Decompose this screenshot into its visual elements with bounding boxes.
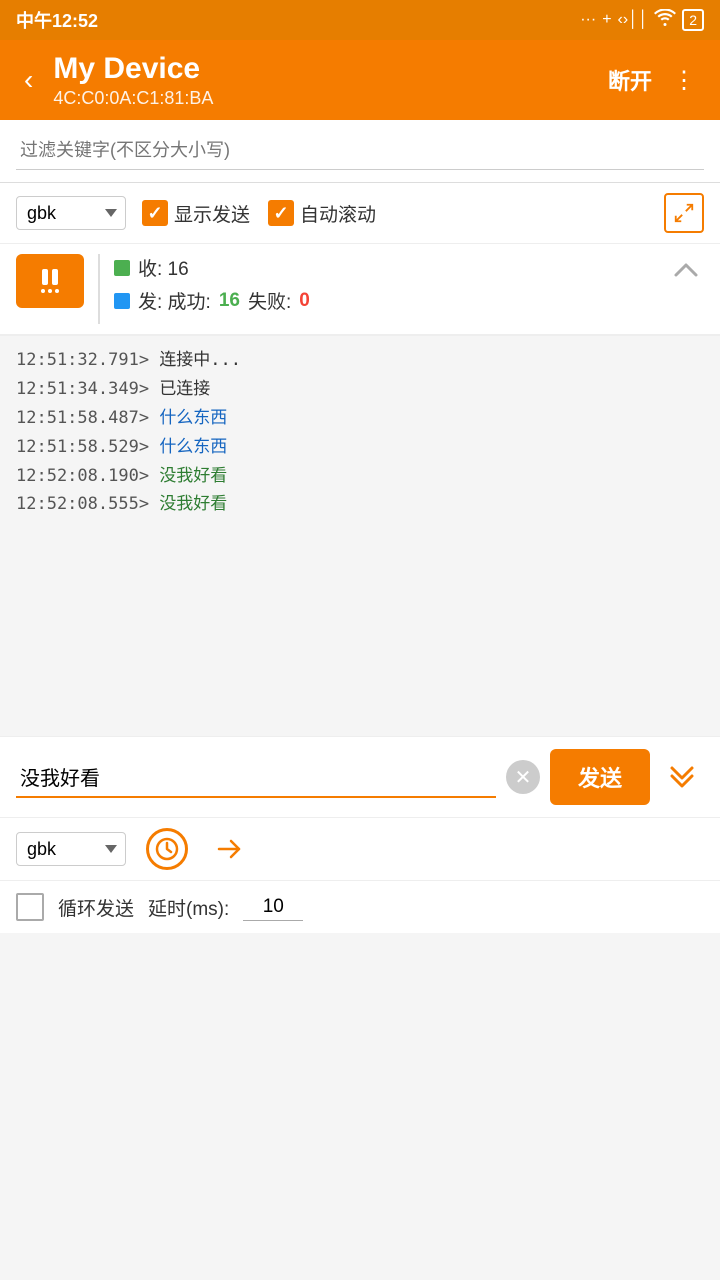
auto-scroll-checkbox[interactable] xyxy=(268,200,294,226)
device-title: My Device xyxy=(53,52,596,86)
collapse-button[interactable] xyxy=(668,254,704,290)
signal-bars-icon: ‹›││ xyxy=(618,11,649,29)
stats-info: 收: 16 发: 成功: 16 失败: 0 xyxy=(114,254,654,320)
status-time: 中午12:52 xyxy=(16,7,98,33)
log-area: 12:51:32.791> 连接中... 12:51:34.349> 已连接 1… xyxy=(0,336,720,736)
auto-scroll-label: 自动滚动 xyxy=(300,200,376,227)
title-area: My Device 4C:C0:0A:C1:81:BA xyxy=(53,52,596,109)
status-bar: 中午12:52 ··· + ‹›││ 2 xyxy=(0,0,720,40)
auto-scroll-item: 自动滚动 xyxy=(268,200,376,227)
checkbox-group: 显示发送 自动滚动 xyxy=(142,200,648,227)
signal-dots-icon: ··· xyxy=(580,11,596,29)
show-send-item: 显示发送 xyxy=(142,200,250,227)
log-time-2: 12:51:34.349> xyxy=(16,379,149,399)
loop-row: 循环发送 延时(ms): xyxy=(0,880,720,933)
log-text-5: 没我好看 xyxy=(159,466,227,486)
send-indicator xyxy=(114,293,130,309)
loop-send-checkbox[interactable] xyxy=(16,893,44,921)
send-stat-row: 发: 成功: 16 失败: 0 xyxy=(114,287,654,314)
pause-clear-button[interactable] xyxy=(16,254,84,308)
delay-input[interactable] xyxy=(243,894,303,921)
log-line-6: 12:52:08.555> 没我好看 xyxy=(16,490,704,519)
device-address: 4C:C0:0A:C1:81:BA xyxy=(53,88,596,109)
send-success-count: 16 xyxy=(219,290,240,312)
toolbar: ‹ My Device 4C:C0:0A:C1:81:BA 断开 ⋮ xyxy=(0,40,720,120)
log-text-3: 什么东西 xyxy=(159,408,227,428)
log-time-4: 12:51:58.529> xyxy=(16,437,149,457)
bottom-controls: gbk utf-8 ascii xyxy=(0,817,720,880)
log-line-3: 12:51:58.487> 什么东西 xyxy=(16,404,704,433)
log-line-2: 12:51:34.349> 已连接 xyxy=(16,375,704,404)
log-text-4: 什么东西 xyxy=(159,437,227,457)
history-button[interactable] xyxy=(146,828,188,870)
clear-input-button[interactable]: ✕ xyxy=(506,760,540,794)
log-text-6: 没我好看 xyxy=(159,494,227,514)
send-prefix: 发: 成功: xyxy=(138,287,211,314)
more-menu-button[interactable]: ⋮ xyxy=(664,62,704,99)
show-send-checkbox[interactable] xyxy=(142,200,168,226)
battery-icon: 2 xyxy=(682,9,704,31)
delay-label: 延时(ms): xyxy=(148,894,229,921)
log-text-1: 连接中... xyxy=(159,350,241,370)
stats-panel: 收: 16 发: 成功: 16 失败: 0 xyxy=(0,244,720,336)
log-time-6: 12:52:08.555> xyxy=(16,494,149,514)
log-line-1: 12:51:32.791> 连接中... xyxy=(16,346,704,375)
stats-divider xyxy=(98,254,100,324)
message-input[interactable] xyxy=(16,757,496,798)
recv-stat-row: 收: 16 xyxy=(114,254,654,281)
wifi-icon xyxy=(654,9,676,32)
status-icons: ··· + ‹›││ 2 xyxy=(580,9,704,32)
encoding-select-bottom[interactable]: gbk utf-8 ascii xyxy=(16,832,126,866)
loop-send-label: 循环发送 xyxy=(58,894,134,921)
send-button[interactable]: 发送 xyxy=(550,749,650,805)
log-text-2: 已连接 xyxy=(159,379,210,399)
filter-input[interactable] xyxy=(16,132,704,170)
expand-down-button[interactable] xyxy=(660,756,704,799)
recv-indicator xyxy=(114,260,130,276)
filter-bar xyxy=(0,120,720,183)
encoding-select-top[interactable]: gbk utf-8 ascii xyxy=(16,196,126,230)
controls-row: gbk utf-8 ascii 显示发送 自动滚动 xyxy=(0,183,720,244)
log-time-1: 12:51:32.791> xyxy=(16,350,149,370)
show-send-label: 显示发送 xyxy=(174,200,250,227)
send-fail-prefix: 失败: xyxy=(248,287,291,314)
recv-stat-text: 收: 16 xyxy=(138,254,189,281)
stats-controls xyxy=(16,254,84,308)
log-time-3: 12:51:58.487> xyxy=(16,408,149,428)
fullscreen-button[interactable] xyxy=(664,193,704,233)
send-fail-count: 0 xyxy=(299,290,310,312)
log-line-4: 12:51:58.529> 什么东西 xyxy=(16,433,704,462)
bottom-input-area: ✕ 发送 xyxy=(0,736,720,817)
log-line-5: 12:52:08.190> 没我好看 xyxy=(16,462,704,491)
log-time-5: 12:52:08.190> xyxy=(16,466,149,486)
send-history-button[interactable] xyxy=(208,828,250,870)
back-button[interactable]: ‹ xyxy=(16,60,41,100)
disconnect-button[interactable]: 断开 xyxy=(608,64,652,96)
bluetooth-icon: + xyxy=(602,11,611,29)
